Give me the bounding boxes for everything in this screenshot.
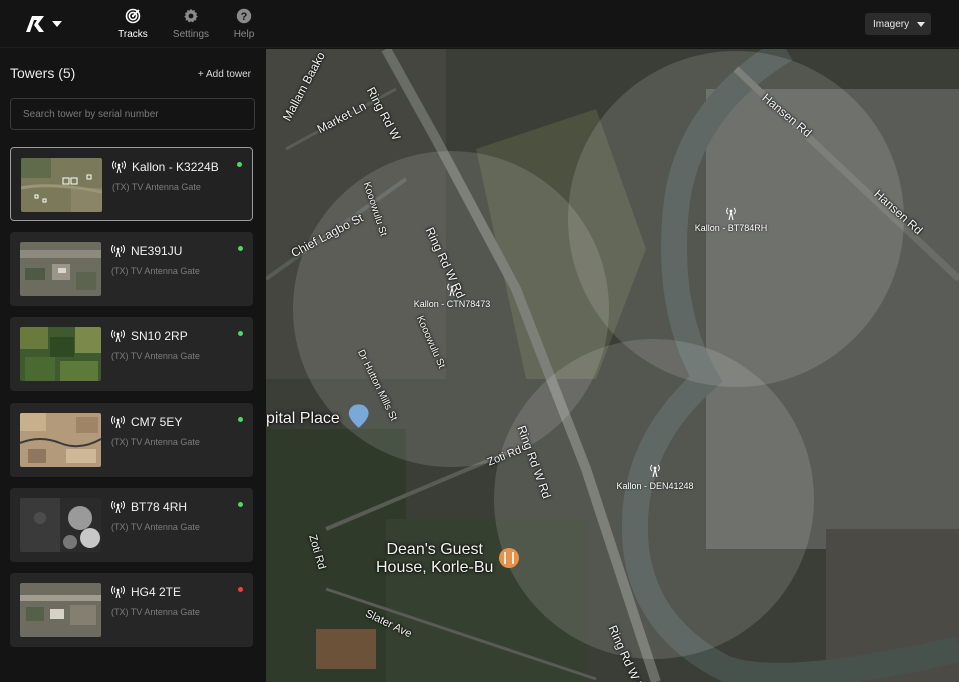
tower-name: CM7 5EY: [111, 415, 182, 429]
towers-title: Towers (5): [10, 65, 76, 81]
towers-sidebar: Towers (5) + Add tower Kallon - K3224B (…: [0, 49, 265, 682]
nav-tracks-label: Tracks: [118, 29, 148, 40]
tower-name-text: Kallon - K3224B: [132, 160, 219, 174]
imagery-dropdown[interactable]: Imagery: [865, 13, 931, 35]
radar-icon: [125, 8, 141, 24]
tower-name-text: NE391JU: [131, 244, 183, 258]
nav-settings[interactable]: Settings: [161, 8, 221, 40]
antenna-icon: [111, 501, 125, 513]
status-dot: [238, 587, 243, 592]
tower-thumbnail: [21, 158, 102, 212]
tower-type: (TX) TV Antenna Gate: [111, 607, 200, 617]
tower-type: (TX) TV Antenna Gate: [111, 266, 200, 276]
tower-thumbnail: [20, 327, 101, 381]
tower-marker-icon[interactable]: [724, 206, 738, 220]
antenna-icon: [111, 245, 125, 257]
tower-thumbnail: [20, 242, 101, 296]
tower-marker-icon[interactable]: [648, 463, 662, 477]
tower-name: BT78 4RH: [111, 500, 187, 514]
antenna-icon: [111, 330, 125, 342]
tower-name: SN10 2RP: [111, 329, 188, 343]
tower-marker-label: Kallon - CTN78473: [413, 299, 491, 309]
tower-name: Kallon - K3224B: [112, 160, 219, 174]
tower-card[interactable]: NE391JU (TX) TV Antenna Gate: [10, 232, 253, 306]
help-icon: ?: [236, 8, 252, 24]
status-dot: [238, 246, 243, 251]
restaurant-pin-icon[interactable]: [499, 548, 519, 568]
tower-card[interactable]: CM7 5EY (TX) TV Antenna Gate: [10, 403, 253, 477]
antenna-icon: [112, 161, 126, 173]
tower-name: NE391JU: [111, 244, 182, 258]
tower-thumbnail: [20, 583, 101, 637]
caret-down-icon: [917, 21, 926, 27]
logo-icon: [26, 16, 44, 32]
top-bar: Tracks Settings ? Help Imagery: [0, 0, 959, 48]
tower-thumbnail: [20, 413, 101, 467]
tower-marker-label: Kallon - BT784RH: [694, 223, 768, 233]
tower-marker-label: Kallon - DEN41248: [616, 481, 694, 491]
chevron-down-icon: [52, 21, 62, 27]
tower-name-text: CM7 5EY: [131, 415, 183, 429]
tower-card[interactable]: HG4 2TE (TX) TV Antenna Gate: [10, 573, 253, 647]
status-dot: [238, 331, 243, 336]
tower-type: (TX) TV Antenna Gate: [112, 182, 201, 192]
status-dot: [238, 417, 243, 422]
poi-label: Dean's Guest House, Korle-Bu: [376, 541, 494, 576]
tower-card[interactable]: BT78 4RH (TX) TV Antenna Gate: [10, 488, 253, 562]
tower-card[interactable]: Kallon - K3224B (TX) TV Antenna Gate: [10, 147, 253, 221]
tower-thumbnail: [20, 498, 101, 552]
imagery-label: Imagery: [873, 18, 910, 30]
tower-type: (TX) TV Antenna Gate: [111, 522, 200, 532]
tower-name-text: SN10 2RP: [131, 329, 188, 343]
map-view[interactable]: Kallon - CTN78473 Kallon - BT784RH Kallo…: [266, 49, 959, 682]
tower-name: HG4 2TE: [111, 585, 181, 599]
nav-tracks[interactable]: Tracks: [103, 8, 163, 40]
svg-text:?: ?: [241, 11, 248, 23]
status-dot: [238, 502, 243, 507]
tower-card[interactable]: SN10 2RP (TX) TV Antenna Gate: [10, 317, 253, 391]
nav-help[interactable]: ? Help: [214, 8, 274, 40]
tower-type: (TX) TV Antenna Gate: [111, 437, 200, 447]
poi-label: pital Place: [266, 410, 340, 427]
nav-settings-label: Settings: [172, 29, 210, 40]
nav-help-label: Help: [233, 29, 255, 40]
antenna-icon: [111, 586, 125, 598]
tower-name-text: BT78 4RH: [131, 500, 188, 514]
antenna-icon: [111, 416, 125, 428]
gear-icon: [184, 8, 198, 23]
tower-type: (TX) TV Antenna Gate: [111, 351, 200, 361]
app-logo-menu[interactable]: [24, 12, 70, 36]
add-tower-button[interactable]: + Add tower: [198, 69, 251, 80]
status-dot: [237, 162, 242, 167]
tower-search-input[interactable]: [10, 98, 255, 130]
tower-name-text: HG4 2TE: [131, 585, 182, 599]
